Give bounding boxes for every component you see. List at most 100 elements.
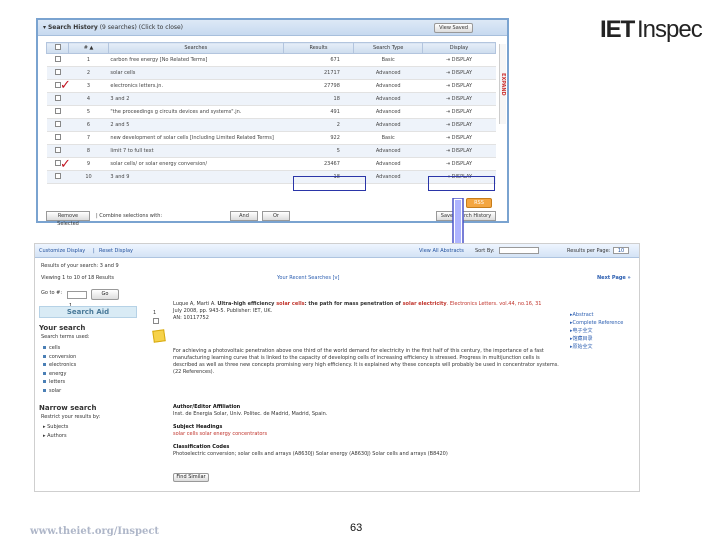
table-row: 2 solar cells 21717 Advanced ⇥ DISPLAY <box>46 66 496 80</box>
row-select-cell[interactable] <box>46 144 69 158</box>
row-results[interactable]: 5 <box>283 144 354 158</box>
expand-side-tab[interactable]: EXPAND <box>499 44 506 124</box>
search-term-item[interactable]: energy <box>42 371 66 377</box>
note-icon[interactable] <box>152 329 166 343</box>
search-term-item[interactable]: cells <box>42 345 60 351</box>
row-checkbox[interactable] <box>54 108 61 114</box>
display-link[interactable]: ⇥ DISPLAY <box>422 53 496 67</box>
row-results[interactable]: 23467 <box>283 157 354 171</box>
search-history-titlebar[interactable]: ▾ Search History (9 searches) (Click to … <box>38 20 507 36</box>
row-results[interactable]: 671 <box>283 53 354 67</box>
sort-by-label: Sort By: <box>475 248 495 254</box>
affiliation-label: Author/Editor Affiliation <box>173 404 241 410</box>
column-search-type: Search Type <box>353 42 423 54</box>
go-button[interactable]: Go <box>91 289 119 300</box>
display-link[interactable]: ⇥ DISPLAY <box>422 105 496 119</box>
search-term-item[interactable]: solar <box>42 388 61 394</box>
narrow-search-heading: Narrow search <box>39 404 97 412</box>
row-query: electronics letters.jn. <box>108 79 284 93</box>
reset-display-link[interactable]: Reset Display <box>99 244 133 258</box>
narrow-subjects-label: Subjects <box>47 424 69 430</box>
customize-display-link[interactable]: Customize Display <box>39 244 85 258</box>
record-accession-number: AN: 10117752 <box>173 315 209 321</box>
view-saved-button[interactable]: View Saved <box>434 23 473 33</box>
row-checkbox[interactable] <box>54 173 61 179</box>
display-link[interactable]: ⇥ DISPLAY <box>422 66 496 80</box>
row-checkbox[interactable] <box>54 69 61 75</box>
search-term-item[interactable]: conversion <box>42 354 76 360</box>
electronic-fulltext-link[interactable]: 电子全文 <box>570 327 623 335</box>
nav-separator: | <box>93 248 95 254</box>
record-checkbox[interactable] <box>153 318 159 324</box>
footer-url: www.theiet.org/Inspect <box>30 526 160 537</box>
row-results[interactable]: 27798 <box>283 79 354 93</box>
row-results[interactable]: 922 <box>283 131 354 145</box>
record-title[interactable]: Ultra-high efficiency solar cells: the p… <box>217 301 446 307</box>
display-link[interactable]: ⇥ DISPLAY <box>422 118 496 132</box>
select-all-column[interactable] <box>45 42 70 54</box>
display-link-label: DISPLAY <box>451 161 473 167</box>
table-row: 3 electronics letters.jn. 27798 Advanced ⇥ D… <box>46 79 496 93</box>
display-link[interactable]: ⇥ DISPLAY <box>422 79 496 93</box>
find-similar-button[interactable]: Find Similar <box>173 473 209 482</box>
column-number[interactable]: # ▲ <box>68 42 109 54</box>
narrow-authors[interactable]: ▸ Authors <box>43 433 67 439</box>
row-select-cell[interactable] <box>46 92 69 106</box>
combine-or-button[interactable]: Or <box>262 211 290 221</box>
record-title-mid: : the path for mass penetration of <box>304 301 401 307</box>
row-search-type: Advanced <box>353 92 423 106</box>
display-link[interactable]: ⇥ DISPLAY <box>422 131 496 145</box>
display-link[interactable]: ⇥ DISPLAY <box>422 144 496 158</box>
row-results[interactable]: 18 <box>283 92 354 106</box>
record-index: 1 <box>153 310 157 316</box>
row-results[interactable]: 2 <box>283 118 354 132</box>
select-all-checkbox[interactable] <box>54 44 61 50</box>
view-all-abstracts-link[interactable]: View All Abstracts <box>419 244 464 258</box>
row-select-cell[interactable] <box>46 53 69 67</box>
results-per-page-select[interactable]: 10 <box>613 244 629 258</box>
recent-searches-toggle[interactable]: [v] <box>333 275 340 281</box>
row-checkbox[interactable] <box>54 121 61 127</box>
display-link-label: DISPLAY <box>451 109 473 115</box>
search-term-item[interactable]: electronics <box>42 362 76 368</box>
table-row: 5 "the proceedings g circuits devices and… <box>46 105 496 119</box>
table-row: 1 carbon free energy [No Related Terms] 67… <box>46 53 496 67</box>
go-to-input[interactable]: 1 <box>67 291 87 309</box>
subject-headings-value[interactable]: solar cells solar energy concentrators <box>173 431 267 437</box>
row-checkbox[interactable] <box>54 95 61 101</box>
row-checkbox[interactable] <box>54 147 61 153</box>
row-search-type: Advanced <box>353 118 423 132</box>
column-display: Display <box>421 42 497 54</box>
row-query: solar cells <box>108 66 284 80</box>
results-highlight-box <box>293 176 366 191</box>
row-results[interactable]: 21717 <box>283 66 354 80</box>
combine-and-button[interactable]: And <box>230 211 258 221</box>
row-select-cell[interactable] <box>46 170 69 184</box>
row-number: 4 <box>68 92 109 106</box>
row-select-cell[interactable] <box>46 105 69 119</box>
display-link[interactable]: ⇥ DISPLAY <box>422 157 496 171</box>
library-catalog-link[interactable]: 馆藏目录 <box>570 335 623 343</box>
row-checkbox[interactable] <box>54 134 61 140</box>
search-aid-header[interactable]: Search Aid <box>39 306 137 318</box>
abstract-link[interactable]: Abstract <box>570 311 623 319</box>
sort-by-select[interactable] <box>499 244 539 258</box>
record-citation: Luque A, Marti A. Ultra-high efficiency … <box>173 301 565 322</box>
collapse-arrow-icon[interactable]: ▾ <box>43 24 46 31</box>
row-results[interactable]: 491 <box>283 105 354 119</box>
search-term-item[interactable]: letters <box>42 379 65 385</box>
row-select-cell[interactable] <box>46 131 69 145</box>
complete-reference-link[interactable]: Complete Reference <box>570 319 624 327</box>
search-history-subtitle[interactable]: (9 searches) (Click to close) <box>100 24 183 31</box>
remove-selected-button[interactable]: Remove Selected <box>46 211 90 227</box>
narrow-subjects[interactable]: ▸ Subjects <box>43 424 68 430</box>
record-affiliation: Author/Editor Affiliation Inst. de Energ… <box>173 404 327 418</box>
original-fulltext-link[interactable]: 原始全文 <box>570 343 623 351</box>
recent-searches-link[interactable]: Your Recent Searches [v] <box>277 275 339 281</box>
row-select-cell[interactable] <box>46 118 69 132</box>
row-checkbox[interactable] <box>54 56 61 62</box>
record-abstract: For achieving a photovoltaic penetration… <box>173 348 559 375</box>
row-search-type: Basic <box>353 53 423 67</box>
next-page-link[interactable]: Next Page » <box>597 275 631 281</box>
display-link[interactable]: ⇥ DISPLAY <box>422 92 496 106</box>
